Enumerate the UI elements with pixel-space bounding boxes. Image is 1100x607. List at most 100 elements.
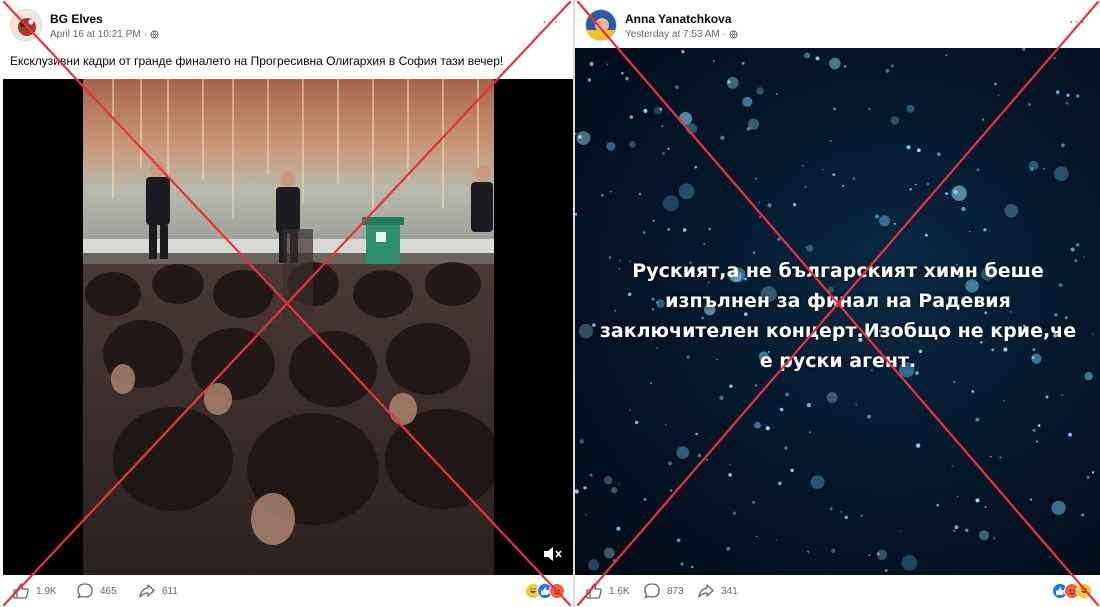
haha-reaction-icon — [1076, 583, 1092, 599]
sparkle-dot — [575, 213, 578, 216]
sparkle-dot — [810, 475, 825, 489]
sparkle-dot — [1043, 167, 1045, 170]
sparkle-dot — [832, 173, 836, 177]
sparkle-dot — [634, 420, 639, 425]
sparkle-dot — [779, 407, 784, 412]
sparkle-dot — [587, 78, 592, 82]
author-name[interactable]: BG Elves — [50, 12, 103, 26]
sparkle-dot — [953, 529, 956, 532]
sparkle-dot — [860, 514, 863, 517]
sparkle-dot — [877, 552, 880, 556]
post-image[interactable]: Руският,а не българският химн беше изпъл… — [575, 48, 1100, 575]
sparkle-dot — [603, 547, 615, 559]
sparkle-dot — [956, 495, 959, 498]
author-name[interactable]: Anna Yanatchkova — [625, 12, 732, 26]
like-button[interactable]: 1.6K — [585, 582, 630, 600]
sparkle-dot — [752, 500, 755, 504]
post-timestamp[interactable]: April 16 at 10:21 PM — [50, 29, 141, 40]
sparkle-dot — [993, 537, 996, 540]
sparkle-dot — [874, 214, 880, 219]
sparkle-dot — [1037, 424, 1041, 427]
sparkle-dot — [661, 125, 664, 128]
sparkle-dot — [676, 446, 690, 459]
sparkle-dot — [805, 246, 808, 249]
sparkle-dot — [884, 569, 888, 572]
sparkle-dot — [662, 152, 665, 155]
sparkle-dot — [802, 165, 804, 167]
like-button[interactable]: 1.9K — [12, 582, 57, 600]
sparkle-dot — [753, 251, 756, 254]
reaction-summary[interactable] — [525, 583, 565, 599]
comment-button[interactable]: 873 — [643, 582, 684, 600]
sparkle-dot — [945, 192, 949, 196]
sparkle-dot — [650, 382, 653, 385]
sparkle-dot — [909, 188, 912, 191]
angry-reaction-icon — [549, 583, 565, 599]
post-right: Anna Yanatchkova Yesterday at 7:53 AM · … — [575, 0, 1100, 607]
sparkle-dot — [754, 384, 758, 387]
sparkle-dot — [643, 498, 647, 501]
sparkle-dot — [583, 486, 587, 490]
sparkle-dot — [1068, 432, 1073, 437]
sparkle-dot — [765, 426, 770, 431]
sparkle-dot — [807, 550, 810, 553]
sparkle-dot — [578, 323, 594, 339]
sparkle-dot — [638, 192, 642, 196]
sparkle-dot — [667, 112, 669, 115]
sparkle-dot — [579, 439, 584, 444]
sparkle-dot — [822, 168, 824, 171]
sparkle-dot — [1070, 247, 1075, 252]
sparkle-dot — [975, 498, 980, 503]
sparkle-dot — [616, 526, 621, 531]
sparkle-dot — [680, 562, 684, 566]
sparkle-dot — [742, 96, 753, 107]
post-actions-bar: 1.6K 873 341 — [575, 575, 1100, 607]
comment-count: 873 — [667, 585, 684, 597]
post-video[interactable] — [3, 79, 573, 575]
sparkle-dot — [727, 80, 731, 84]
sparkle-dot — [604, 476, 613, 485]
author-avatar[interactable] — [10, 9, 42, 41]
sparkle-dot — [868, 107, 871, 110]
sparkle-dot — [1036, 440, 1039, 443]
sparkle-dot — [953, 380, 956, 384]
sparkle-dot — [830, 140, 832, 142]
sparkle-dot — [611, 487, 618, 494]
sparkle-dot — [969, 230, 971, 233]
sparkle-dot — [855, 403, 857, 406]
mute-icon[interactable] — [541, 543, 563, 565]
sparkle-dot — [642, 231, 646, 234]
sparkle-dot — [609, 190, 612, 193]
post-meta: Yesterday at 7:53 AM · — [625, 29, 738, 40]
sparkle-dot — [613, 559, 617, 563]
sparkle-dot — [945, 54, 948, 57]
share-button[interactable]: 611 — [138, 582, 178, 600]
sparkle-dot — [1081, 513, 1084, 517]
sparkle-dot — [809, 431, 812, 434]
sparkle-dot — [728, 473, 732, 477]
sparkle-dot — [759, 216, 761, 219]
comment-button[interactable]: 465 — [76, 582, 117, 600]
sparkle-dot — [885, 68, 890, 73]
sparkle-dot — [1061, 143, 1065, 148]
reaction-summary[interactable] — [1052, 583, 1092, 599]
sparkle-dot — [890, 116, 900, 125]
sparkle-dot — [1086, 475, 1090, 479]
sparkle-dot — [937, 152, 941, 156]
post-timestamp[interactable]: Yesterday at 7:53 AM — [625, 29, 720, 40]
more-options-icon[interactable]: ··· — [542, 13, 559, 29]
post-caption: Ексклузивни кадри от гранде финалето на … — [10, 54, 504, 68]
sparkle-dot — [951, 185, 967, 201]
more-options-icon[interactable]: ··· — [1069, 13, 1086, 29]
sparkle-dot — [1053, 166, 1069, 182]
sparkle-dot — [729, 384, 733, 388]
sparkle-dot — [900, 530, 902, 532]
sparkle-dot — [893, 222, 896, 225]
sparkle-dot — [617, 482, 620, 484]
author-avatar[interactable] — [585, 9, 617, 41]
sparkle-dot — [606, 141, 616, 151]
sparkle-dot — [1021, 48, 1026, 51]
share-button[interactable]: 341 — [697, 582, 738, 600]
sparkle-dot — [826, 392, 838, 403]
sparkle-dot — [691, 565, 694, 569]
